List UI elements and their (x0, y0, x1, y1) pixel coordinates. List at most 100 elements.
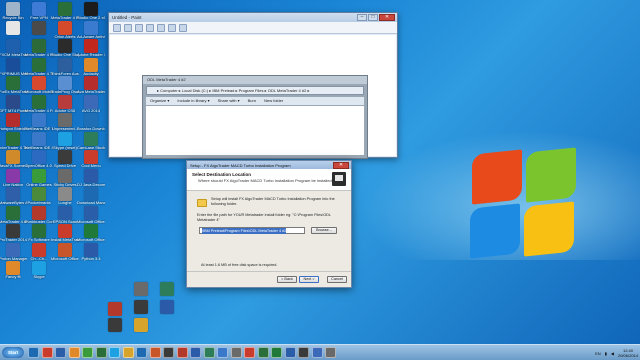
desktop-icon[interactable] (154, 282, 180, 308)
start-button[interactable]: Start (2, 347, 24, 358)
clock[interactable]: 12:40 20/06/2014 (618, 348, 638, 358)
app-icon (6, 150, 20, 164)
taskbar-app-icon[interactable] (190, 347, 201, 358)
app-icon (58, 2, 72, 16)
app-icon (6, 187, 20, 201)
app-icon (32, 20, 46, 35)
app-icon (84, 205, 98, 220)
desktop-icon[interactable]: Fancy ffi (0, 261, 26, 287)
taskbar-app-icon[interactable] (95, 347, 107, 358)
desktop-icon[interactable] (128, 318, 154, 344)
taskbar-app-icon[interactable] (28, 347, 39, 358)
system-tray: EN ▮ ◀ 12:40 20/06/2014 (595, 345, 638, 360)
taskbar-app-icon[interactable] (109, 347, 120, 358)
explorer-address-bar: ▸ Computer ▸ Local Disk (C:) ▸ IBM Prele… (146, 86, 364, 95)
installer-subheading: Where should FX AlgoTrader MACD Turbo In… (198, 178, 334, 183)
redo-icon[interactable] (146, 23, 154, 32)
installer-titlebar[interactable]: Setup - FX AlgoTrader MACD Turbo Install… (187, 161, 351, 169)
taskbar-app-icon[interactable] (217, 347, 228, 358)
close-icon[interactable]: ✕ (379, 14, 395, 21)
paint-toolbar (109, 22, 397, 34)
taskbar-app-icon[interactable] (163, 347, 174, 358)
app-icon (32, 113, 46, 127)
desktop-icon[interactable]: Python 3.4 (78, 242, 104, 269)
app-icon (32, 168, 46, 183)
app-icon (58, 76, 72, 90)
installer-close-icon[interactable]: ✕ (333, 162, 349, 169)
taskbar-app-icon[interactable] (271, 347, 282, 358)
desktop-icon[interactable]: Microsoft Office PowerPoint (51, 242, 79, 269)
volume-icon[interactable]: ◀ (611, 351, 614, 356)
language-indicator[interactable]: EN (595, 351, 601, 356)
taskbar-app-icon[interactable] (230, 347, 242, 358)
app-icon (6, 224, 20, 238)
app-icon (84, 94, 98, 109)
windows-logo-yellow (524, 201, 574, 257)
taskbar-app-icon[interactable] (176, 347, 188, 358)
pasted-explorer-screenshot: ODL MetaTrader 4 #2 ▸ Computer ▸ Local D… (142, 75, 368, 159)
desktop-icon-label: Fancy ffi (5, 275, 21, 279)
installer-window-buttons: ✕ (333, 162, 349, 169)
app-icon (58, 168, 72, 183)
app-icon (32, 39, 46, 53)
taskbar-app-icon[interactable] (203, 347, 215, 358)
eraser-icon[interactable] (179, 23, 187, 32)
paint-menu-icon[interactable] (113, 23, 121, 32)
app-icon (6, 2, 20, 16)
installer-heading: Select Destination Location (192, 172, 252, 177)
clock-date: 20/06/2014 (617, 353, 638, 358)
installer-dialog[interactable]: Setup - FX AlgoTrader MACD Turbo Install… (186, 160, 352, 288)
app-icon (58, 39, 72, 53)
app-icon (58, 242, 72, 257)
destination-path-input[interactable]: \IBM Prelead\Program Files\ODL MetaTrade… (199, 227, 305, 234)
paint-canvas[interactable]: ODL MetaTrader 4 #2 ▸ Computer ▸ Local D… (110, 35, 396, 159)
browse-button[interactable]: Browse... (311, 227, 337, 234)
save-icon[interactable] (124, 23, 132, 32)
taskbar-app-icon[interactable] (149, 347, 161, 358)
taskbar-app-icon[interactable] (68, 347, 80, 358)
taskbar-app-icon[interactable] (325, 347, 336, 358)
app-icon (84, 150, 98, 164)
taskbar-app-icon[interactable] (122, 347, 134, 358)
desktop-icon-label: Skype (33, 275, 45, 279)
windows-logo-blue (470, 203, 520, 259)
paint-window[interactable]: Untitled - Paint – □ ✕ ODL MetaTrader 4 … (108, 12, 398, 159)
explorer-title: ODL MetaTrader 4 #2 (143, 76, 367, 84)
cmd-organize: Organize ▾ (150, 98, 170, 103)
minimize-icon[interactable]: – (357, 14, 367, 21)
pencil-icon[interactable] (157, 23, 165, 32)
app-icon (6, 205, 20, 220)
taskbar-app-icon[interactable] (41, 347, 53, 358)
taskbar-app-icon[interactable] (136, 347, 147, 358)
undo-icon[interactable] (135, 23, 143, 32)
maximize-icon[interactable]: □ (368, 14, 378, 21)
explorer-body (146, 106, 364, 155)
cmd-include: Include in library ▾ (177, 98, 210, 103)
taskbar-app-icon[interactable] (284, 347, 296, 358)
windows-logo-green (526, 147, 576, 203)
taskbar-app-icon[interactable] (82, 347, 93, 358)
app-icon (58, 187, 72, 201)
app-icon (32, 224, 46, 238)
taskbar-app-icon[interactable] (257, 347, 269, 358)
back-button[interactable]: < Back (277, 276, 297, 283)
cancel-button[interactable]: Cancel (327, 276, 347, 283)
app-icon (84, 20, 98, 35)
brush-icon[interactable] (168, 23, 176, 32)
paint-titlebar[interactable]: Untitled - Paint (109, 13, 397, 22)
app-icon (84, 113, 98, 127)
next-button[interactable]: Next > (299, 276, 319, 283)
app-icon (58, 224, 72, 238)
network-icon[interactable]: ▮ (605, 351, 607, 356)
taskbar-app-icon[interactable] (298, 347, 309, 358)
app-icon (6, 76, 20, 90)
taskbar-app-icon[interactable] (55, 347, 66, 358)
desktop-icon[interactable] (102, 302, 128, 328)
desktop-icon[interactable] (128, 282, 154, 308)
taskbar-app-icon[interactable] (311, 347, 323, 358)
taskbar-app-icon[interactable] (244, 347, 255, 358)
desktop-icon[interactable]: Skype (26, 261, 52, 287)
cmd-new-folder: New folder (264, 98, 284, 103)
desktop-icon-label: Microsoft Office PowerPoint (51, 256, 79, 261)
installer-title: Setup - FX AlgoTrader MACD Turbo Install… (190, 162, 291, 168)
